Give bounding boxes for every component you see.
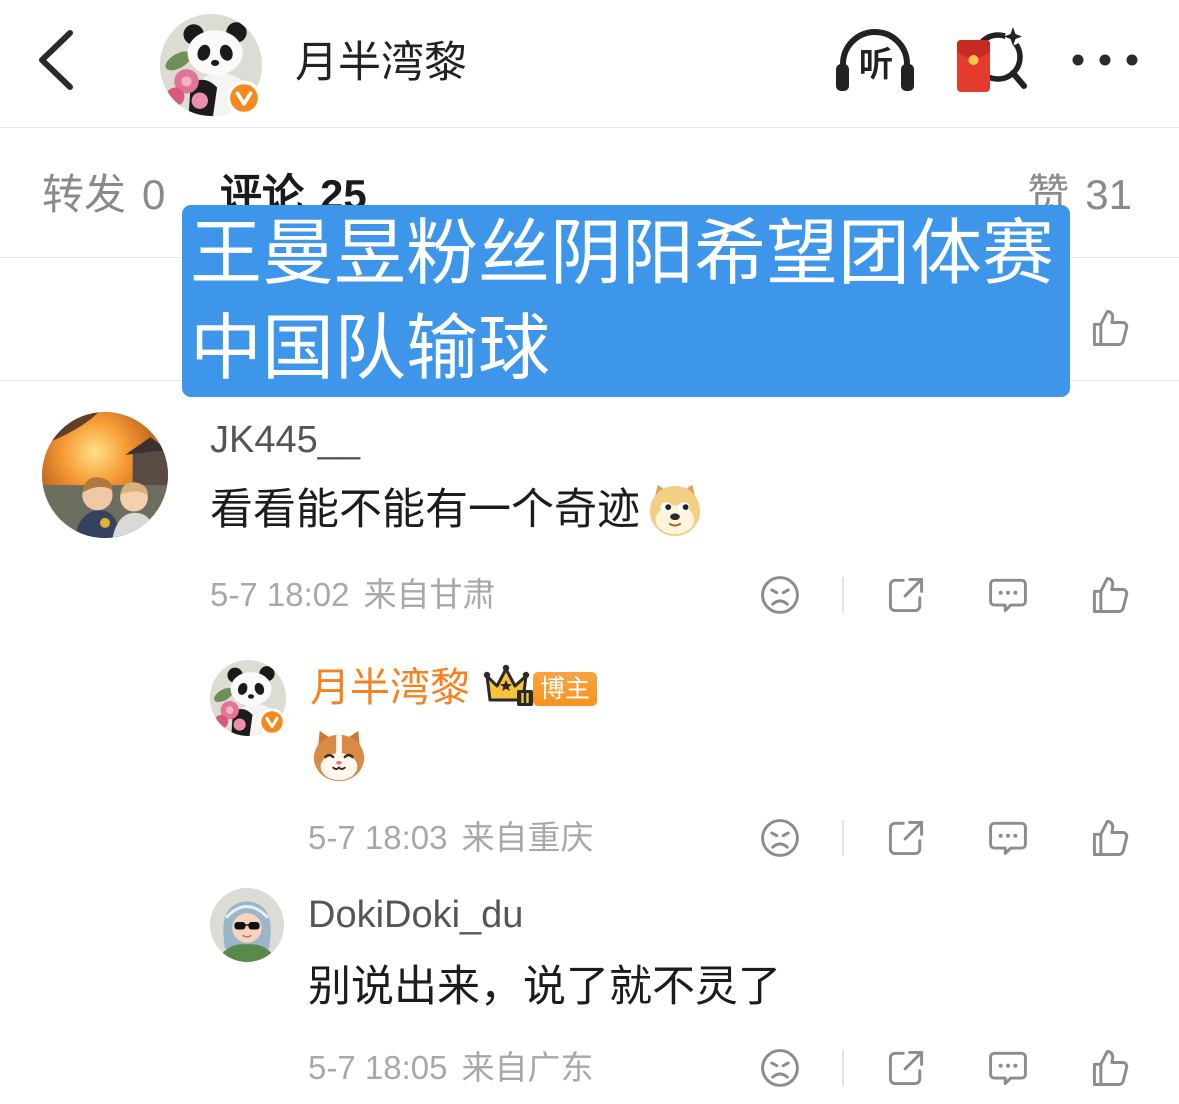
more-dots-icon (1072, 54, 1138, 66)
blogger-tag: 博主 (533, 672, 598, 706)
reply-avatar[interactable] (210, 888, 284, 962)
cat-emoji (313, 730, 365, 782)
back-arrow-icon (39, 30, 73, 90)
share-button[interactable] (884, 573, 928, 617)
comment-actions (0, 573, 1179, 617)
action-separator (842, 820, 844, 856)
share-icon (884, 1046, 928, 1090)
caption-overlay: 王曼昱粉丝阴阳希望团体赛 中国队输球 (182, 205, 1070, 397)
action-separator (842, 577, 844, 613)
share-icon (884, 816, 928, 860)
tab-likes-count: 31 (1085, 171, 1132, 218)
reply-actions (0, 1046, 1179, 1090)
caption-line-1: 王曼昱粉丝阴阳希望团体赛 (190, 214, 1055, 294)
comment-text: 看看能不能有一个奇迹 (210, 481, 704, 539)
red-envelope-search-icon (957, 27, 1027, 92)
reply-text-content: 别说出来，说了就不灵了 (308, 963, 781, 1011)
header-divider (0, 127, 1179, 128)
comment-text-content: 看看能不能有一个奇迹 (210, 486, 640, 534)
reply-emoji-row (310, 727, 368, 785)
dislike-button[interactable] (758, 1046, 802, 1090)
comment-username[interactable]: JK445__ (210, 417, 360, 463)
listen-label[interactable]: 听 (855, 44, 897, 86)
share-button[interactable] (884, 1046, 928, 1090)
comment-icon (986, 1046, 1030, 1090)
verified-badge-icon (258, 708, 286, 736)
header-username[interactable]: 月半湾黎 (295, 37, 467, 89)
action-separator (842, 1050, 844, 1086)
crown-level-icon (482, 662, 536, 708)
tab-repost-label: 转发 (42, 171, 127, 218)
dislike-icon (758, 1046, 802, 1090)
reply-username[interactable]: 月半湾黎 (310, 664, 470, 712)
reply-button[interactable] (986, 816, 1030, 860)
reply-actions (0, 816, 1179, 860)
red-packet-search-button[interactable] (950, 24, 1030, 96)
caption-line-2: 中国队输球 (190, 309, 551, 389)
like-button[interactable] (1088, 573, 1132, 617)
doge-emoji (649, 484, 701, 537)
like-icon (1088, 816, 1132, 860)
tab-repost-count: 0 (142, 171, 166, 218)
reply-username[interactable]: DokiDoki_du (308, 892, 523, 938)
comment-icon (986, 573, 1030, 617)
post-like-button[interactable] (1088, 306, 1132, 350)
dislike-icon (758, 816, 802, 860)
dislike-button[interactable] (758, 816, 802, 860)
comment-icon (986, 816, 1030, 860)
reply-button[interactable] (986, 1046, 1030, 1090)
dislike-button[interactable] (758, 573, 802, 617)
share-button[interactable] (884, 816, 928, 860)
like-button[interactable] (1088, 816, 1132, 860)
back-button[interactable] (30, 25, 80, 95)
reply-text: 别说出来，说了就不灵了 (308, 958, 781, 1016)
more-button[interactable] (1068, 48, 1140, 72)
like-icon (1088, 573, 1132, 617)
like-icon (1088, 1046, 1132, 1090)
comment-avatar[interactable] (42, 412, 168, 538)
tab-repost[interactable]: 转发 0 (42, 166, 165, 224)
verified-badge-icon (226, 80, 262, 116)
share-icon (884, 573, 928, 617)
explosion-avatar-image (42, 412, 168, 538)
reply-button[interactable] (986, 573, 1030, 617)
like-button[interactable] (1088, 1046, 1132, 1090)
dislike-icon (758, 573, 802, 617)
girl-avatar-image (210, 888, 284, 962)
like-icon (1088, 306, 1132, 350)
